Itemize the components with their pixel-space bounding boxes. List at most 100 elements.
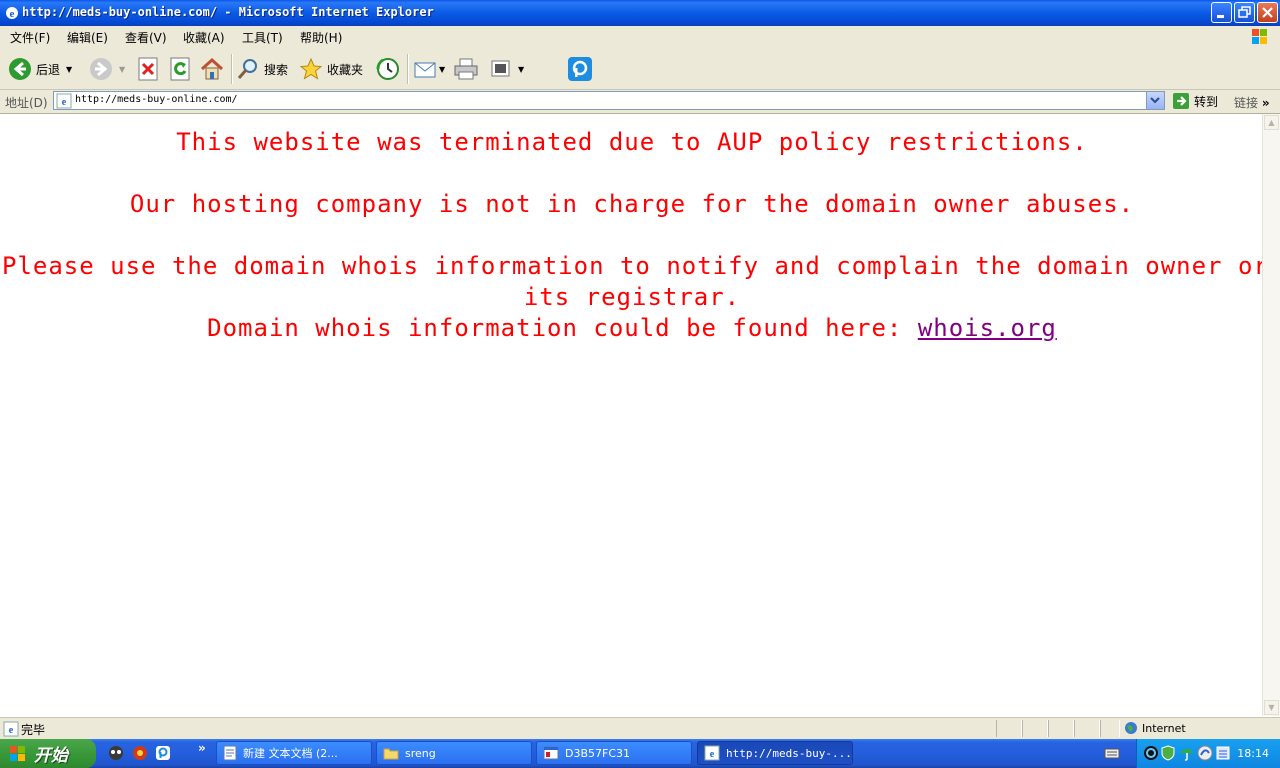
task-button-ie[interactable]: e http://meds-buy-... — [697, 741, 853, 765]
tray-umbrella-icon[interactable] — [1179, 745, 1195, 761]
search-label: 搜索 — [264, 62, 289, 77]
start-label: 开始 — [34, 746, 68, 766]
close-icon — [1262, 7, 1273, 18]
keyboard-icon[interactable] — [1104, 747, 1120, 759]
mail-dropdown-icon[interactable]: ▼ — [439, 65, 445, 74]
task-label: 新建 文本文档 (2... — [243, 747, 338, 760]
status-bar: e 完毕 Internet — [0, 717, 1280, 740]
go-arrow-icon — [1173, 93, 1189, 109]
print-icon — [454, 58, 478, 80]
menu-file[interactable]: 文件(F) — [10, 29, 50, 46]
mail-button[interactable]: ▼ — [413, 54, 445, 84]
menu-edit[interactable]: 编辑(E) — [67, 29, 108, 46]
task-label: D3B57FC31 — [565, 746, 631, 760]
history-button[interactable] — [376, 54, 400, 84]
task-button-dialog[interactable]: D3B57FC31 — [536, 741, 692, 765]
address-input[interactable]: e http://meds-buy-online.com/ — [53, 91, 1165, 110]
vertical-scrollbar[interactable]: ▲ ▼ — [1262, 114, 1280, 716]
quicklaunch-more-icon[interactable]: » — [198, 741, 206, 755]
back-arrow-icon — [9, 58, 31, 80]
page-ie-icon: e — [56, 93, 72, 109]
taskbar: 开始 » 新建 文本文档 (2... sreng D3B57FC31 e htt… — [0, 739, 1280, 768]
system-tray: 18:14 — [1136, 739, 1280, 768]
stop-button[interactable] — [137, 54, 159, 84]
termination-notice: This website was terminated due to AUP p… — [176, 128, 1088, 156]
page-content: This website was terminated due to AUP p… — [2, 114, 1269, 716]
windows-logo-icon — [1252, 29, 1267, 44]
task-label: http://meds-buy-... — [726, 746, 852, 760]
menu-help[interactable]: 帮助(H) — [300, 29, 342, 46]
status-text: 完毕 — [21, 723, 46, 737]
status-cell — [1074, 720, 1100, 737]
restore-button[interactable] — [1234, 2, 1255, 23]
zone-label: Internet — [1142, 721, 1186, 735]
back-label: 后退 — [36, 62, 61, 77]
tray-target-icon[interactable] — [1143, 745, 1159, 761]
edit-dropdown-icon[interactable]: ▼ — [518, 65, 524, 74]
whois-prefix-text: Domain whois information could be found … — [207, 314, 918, 342]
print-button[interactable] — [453, 54, 479, 84]
complaint-instructions-line2: its registrar. — [523, 283, 741, 311]
globe-icon — [1125, 722, 1137, 734]
tray-network-icon[interactable] — [1215, 745, 1231, 761]
refresh-button[interactable] — [169, 54, 191, 84]
quicklaunch-app-icon[interactable] — [108, 745, 124, 761]
address-bar: 地址(D) e http://meds-buy-online.com/ 转到 链… — [0, 90, 1280, 114]
windows-flag-icon — [10, 745, 25, 761]
go-label: 转到 — [1194, 94, 1219, 109]
notepad-icon — [223, 745, 237, 761]
complaint-instructions-line1: Please use the domain whois information … — [2, 252, 1269, 280]
menu-favorites[interactable]: 收藏(A) — [183, 29, 225, 46]
tray-volume-icon[interactable] — [1197, 745, 1213, 761]
go-button[interactable]: 转到 — [1172, 92, 1218, 110]
history-icon — [376, 58, 399, 80]
address-label: 地址(D) — [5, 96, 48, 110]
home-icon — [200, 57, 224, 80]
pp-stream-icon — [568, 57, 592, 81]
minimize-icon — [1217, 15, 1224, 18]
extension-button[interactable] — [567, 54, 593, 84]
address-url: http://meds-buy-online.com/ — [75, 94, 238, 105]
security-zone[interactable]: Internet — [1124, 721, 1186, 735]
links-button[interactable]: 链接 » — [1234, 94, 1270, 111]
toolbar-separator — [407, 54, 409, 84]
scroll-down-icon[interactable]: ▼ — [1264, 700, 1279, 715]
start-button[interactable]: 开始 — [0, 739, 96, 768]
edit-button[interactable]: ▼ — [490, 54, 524, 84]
quicklaunch-pp-icon[interactable] — [155, 745, 171, 761]
menu-view[interactable]: 查看(V) — [125, 29, 167, 46]
task-button-folder[interactable]: sreng — [376, 741, 532, 765]
minimize-button[interactable] — [1211, 2, 1232, 23]
ie-icon: e — [6, 7, 18, 20]
favorites-star-icon — [299, 57, 323, 80]
window-title: http://meds-buy-online.com/ - Microsoft … — [22, 5, 434, 19]
forward-dropdown-icon[interactable]: ▼ — [119, 65, 125, 74]
clock[interactable]: 18:14 — [1237, 747, 1269, 760]
hosting-disclaimer: Our hosting company is not in charge for… — [129, 190, 1135, 218]
chevron-down-icon — [1150, 97, 1160, 104]
search-icon — [237, 59, 257, 79]
search-button[interactable]: 搜索 — [236, 54, 288, 84]
address-dropdown-button[interactable] — [1146, 92, 1164, 109]
status-cell — [1100, 720, 1120, 737]
close-button[interactable] — [1257, 2, 1278, 23]
mail-icon — [414, 62, 436, 78]
favorites-button[interactable]: 收藏夹 — [299, 54, 363, 84]
status-cell — [996, 720, 1022, 737]
svg-text:e: e — [710, 749, 715, 760]
menu-tools[interactable]: 工具(T) — [242, 29, 283, 46]
quicklaunch-browser-icon[interactable] — [132, 745, 148, 761]
forward-arrow-icon — [90, 58, 112, 80]
status-cell — [1022, 720, 1048, 737]
ie-icon: e — [704, 745, 720, 761]
home-button[interactable] — [199, 54, 225, 84]
back-dropdown-icon[interactable]: ▼ — [66, 65, 72, 74]
scroll-up-icon[interactable]: ▲ — [1264, 115, 1279, 130]
status-page-icon: e — [3, 721, 19, 737]
whois-link[interactable]: whois.org — [918, 314, 1057, 342]
forward-button[interactable]: ▼ — [89, 54, 125, 84]
back-button[interactable]: 后退 ▼ — [8, 54, 72, 84]
tray-shield-icon[interactable] — [1161, 745, 1175, 761]
task-button-notepad[interactable]: 新建 文本文档 (2... — [216, 741, 372, 765]
title-bar[interactable]: e http://meds-buy-online.com/ - Microsof… — [0, 0, 1280, 26]
